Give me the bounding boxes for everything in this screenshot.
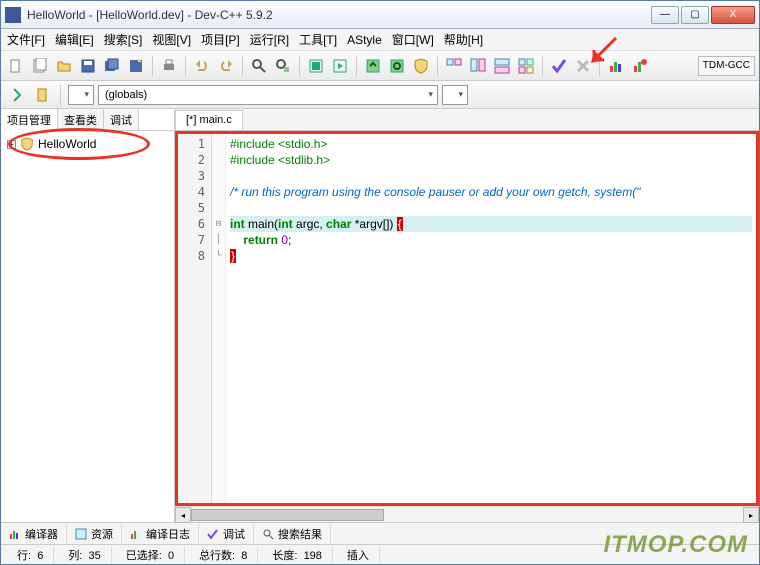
sidebar: 项目管理 查看类 调试 + HelloWorld [1,109,175,522]
tab-debug[interactable]: 调试 [104,109,139,130]
menu-help[interactable]: 帮助[H] [444,31,483,48]
status-insert-mode: 插入 [337,547,380,563]
line-gutter: 12345678 [178,134,212,503]
app-icon [5,7,21,23]
compile-icon[interactable] [305,55,327,77]
tab-debug-bottom[interactable]: 调试 [199,524,254,544]
status-line-label: 行: [17,550,31,562]
status-len-label: 长度: [272,550,297,562]
tree-root[interactable]: + HelloWorld [7,137,168,151]
menu-search[interactable]: 搜索[S] [104,31,143,48]
redo-icon[interactable] [215,55,237,77]
tab-class-view[interactable]: 查看类 [58,109,104,130]
status-total-label: 总行数: [199,550,235,562]
print-icon[interactable] [158,55,180,77]
project-name: HelloWorld [38,137,96,151]
window-cascade-icon[interactable] [467,55,489,77]
menu-view[interactable]: 视图[V] [152,31,191,48]
status-total-value: 8 [241,550,247,562]
check-icon[interactable] [548,55,570,77]
minimize-button[interactable]: — [651,6,679,24]
fold-gutter[interactable]: ⊟│└ [212,134,226,503]
rebuild-icon[interactable] [386,55,408,77]
window-split-h-icon[interactable] [491,55,513,77]
menu-window[interactable]: 窗口[W] [392,31,434,48]
save-as-icon[interactable] [125,55,147,77]
debug-shield-icon[interactable] [410,55,432,77]
stop-icon[interactable] [572,55,594,77]
scroll-thumb[interactable] [191,509,384,521]
menu-tools[interactable]: 工具[T] [299,31,337,48]
editor-area: [*] main.c 12345678 ⊟│└ #include <stdio.… [175,109,759,522]
tab-project-manager[interactable]: 项目管理 [1,109,58,131]
horizontal-scrollbar[interactable]: ◂ ▸ [175,506,759,522]
scroll-right-icon[interactable]: ▸ [743,507,759,523]
titlebar: HelloWorld - [HelloWorld.dev] - Dev-C++ … [1,1,759,29]
status-col-label: 列: [68,550,82,562]
compile-run-icon[interactable] [362,55,384,77]
status-sel-label: 已选择: [126,550,162,562]
replace-icon[interactable] [272,55,294,77]
window-grid-icon[interactable] [515,55,537,77]
menu-astyle[interactable]: AStyle [347,33,382,47]
code-editor[interactable]: 12345678 ⊟│└ #include <stdio.h>#include … [175,131,759,506]
member-combo[interactable] [442,85,468,105]
goto-bookmark-icon[interactable] [5,84,27,106]
project-tree: + HelloWorld [1,131,174,522]
tab-compile-log[interactable]: 编译日志 [122,524,199,544]
scope-combo[interactable]: (globals) [98,85,438,105]
scroll-left-icon[interactable]: ◂ [175,507,191,523]
new-project-icon[interactable] [29,55,51,77]
editor-tab[interactable]: [*] main.c [175,110,243,130]
save-all-icon[interactable] [101,55,123,77]
main-toolbar: TDM-GCC [1,51,759,81]
menubar: 文件[F] 编辑[E] 搜索[S] 视图[V] 项目[P] 运行[R] 工具[T… [1,29,759,51]
class-combo[interactable] [68,85,94,105]
close-button[interactable]: X [711,6,755,24]
scope-combo-value: (globals) [105,89,147,101]
window-tile-icon[interactable] [443,55,465,77]
menu-edit[interactable]: 编辑[E] [55,31,94,48]
window-title: HelloWorld - [HelloWorld.dev] - Dev-C++ … [27,8,651,22]
maximize-button[interactable]: ▢ [681,6,709,24]
shield-icon [20,137,34,151]
save-icon[interactable] [77,55,99,77]
status-line-value: 6 [37,550,43,562]
profile-icon[interactable] [605,55,627,77]
tab-resources[interactable]: 资源 [67,524,122,544]
watermark: ITMOP.COM [603,531,748,559]
new-file-icon[interactable] [5,55,27,77]
status-sel-value: 0 [168,550,174,562]
status-len-value: 198 [304,550,322,562]
undo-icon[interactable] [191,55,213,77]
compiler-selector[interactable]: TDM-GCC [698,56,755,76]
run-icon[interactable] [329,55,351,77]
menu-project[interactable]: 项目[P] [201,31,240,48]
menu-file[interactable]: 文件[F] [7,31,45,48]
secondary-toolbar: (globals) [1,81,759,109]
toggle-bookmark-icon[interactable] [31,84,53,106]
delete-profile-icon[interactable] [629,55,651,77]
code-content[interactable]: #include <stdio.h>#include <stdlib.h> /*… [226,134,756,503]
tab-search-results[interactable]: 搜索结果 [254,524,331,544]
status-col-value: 35 [89,550,101,562]
open-icon[interactable] [53,55,75,77]
find-icon[interactable] [248,55,270,77]
menu-run[interactable]: 运行[R] [250,31,289,48]
tab-compiler[interactable]: 编译器 [1,524,67,544]
expand-icon[interactable]: + [7,140,16,149]
